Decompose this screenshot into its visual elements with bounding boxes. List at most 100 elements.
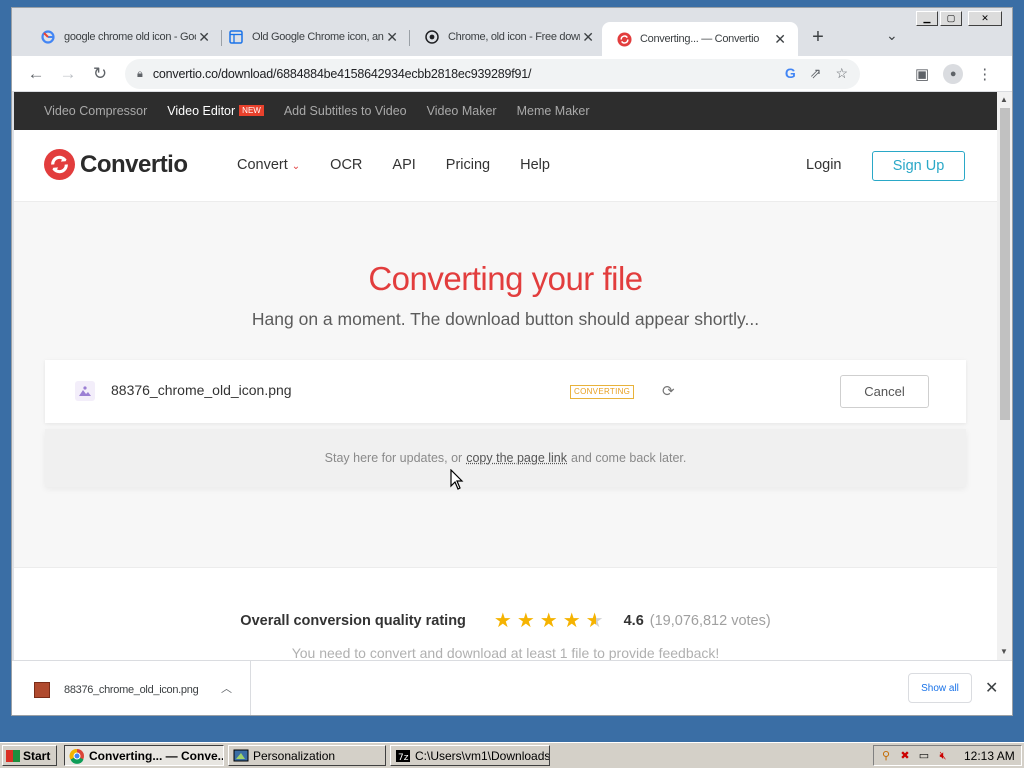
scrollbar-thumb[interactable] <box>1000 108 1010 420</box>
downloads-bar: 88376_chrome_old_icon.png ︿ Show all ✕ <box>12 660 1012 715</box>
taskbar-item-7zip[interactable]: 7z C:\Users\vm1\Downloads... <box>390 745 550 766</box>
tab-search-chevron-icon[interactable]: ⌄ <box>886 27 898 44</box>
search-magnifier-icon[interactable]: ⚲ <box>878 748 894 764</box>
address-bar[interactable]: 🔒︎ convertio.co/download/6884884be415864… <box>125 59 860 89</box>
browser-window: google chrome old icon - Goog ✕ Old Goog… <box>11 7 1013 716</box>
google-g-icon <box>40 29 56 45</box>
close-downloads-icon[interactable]: ✕ <box>985 678 998 698</box>
tab-close-icon[interactable]: ✕ <box>196 29 212 46</box>
star-icon[interactable]: ★ <box>563 608 581 633</box>
scroll-up-arrow-icon[interactable]: ▲ <box>1000 95 1008 104</box>
nav-help[interactable]: Help <box>520 157 550 173</box>
personalization-icon <box>233 748 249 764</box>
convertio-logo[interactable]: Convertio <box>44 149 188 180</box>
show-all-button[interactable]: Show all <box>908 673 972 703</box>
file-name: 88376_chrome_old_icon.png <box>111 382 292 398</box>
tab-title: Chrome, old icon - Free downlo <box>448 31 580 43</box>
topbar-link-video-editor[interactable]: Video Editor NEW <box>167 104 264 118</box>
profile-avatar-icon[interactable]: ● <box>943 64 964 84</box>
sign-up-button[interactable]: Sign Up <box>872 151 965 181</box>
network-error-icon[interactable]: ✖ <box>897 748 913 764</box>
bookmark-star-icon[interactable]: ☆ <box>835 65 848 82</box>
download-file-name: 88376_chrome_old_icon.png <box>64 683 199 696</box>
half-star-icon[interactable]: ★ <box>586 608 604 633</box>
maximize-button[interactable]: ▢ <box>940 11 962 26</box>
nav-pricing[interactable]: Pricing <box>446 157 490 173</box>
tab-old-chrome-icon[interactable]: Old Google Chrome icon, and h ✕ <box>214 22 410 52</box>
clock: 12:13 AM <box>964 748 1015 763</box>
start-label: Start <box>23 748 51 763</box>
monitor-icon[interactable]: ▭ <box>916 748 932 764</box>
tab-title: Old Google Chrome icon, and h <box>252 31 384 43</box>
back-arrow-icon[interactable]: ← <box>24 62 48 86</box>
tab-close-icon[interactable]: ✕ <box>384 29 400 46</box>
image-file-icon <box>75 381 95 401</box>
new-badge: NEW <box>239 105 264 116</box>
site-header: Convertio Convert ⌄ OCR API Pricing Help … <box>14 130 997 202</box>
minimize-button[interactable]: ▁ <box>916 11 938 26</box>
file-card: 88376_chrome_old_icon.png CONVERTING ⟳ C… <box>45 360 966 423</box>
page-title: Converting your file <box>368 260 643 297</box>
tab-close-icon[interactable]: ✕ <box>580 29 596 46</box>
page-subtitle: Hang on a moment. The download button sh… <box>251 309 760 329</box>
tab-google-search[interactable]: google chrome old icon - Goog ✕ <box>26 22 222 52</box>
google-lens-icon[interactable]: G <box>785 65 796 82</box>
status-badge: CONVERTING <box>570 385 635 399</box>
taskbar: Start Converting... — Conve... Personali… <box>0 742 1024 768</box>
taskbar-item-label: Converting... — Conve... <box>89 748 224 763</box>
topbar-link-video-compressor[interactable]: Video Compressor <box>44 104 147 118</box>
nav-convert[interactable]: Convert ⌄ <box>237 157 300 173</box>
star-icon[interactable]: ★ <box>517 608 535 633</box>
tab-title: Converting... — Convertio <box>640 33 760 45</box>
rating-stars[interactable]: ★ ★ ★ ★ ★ <box>494 608 604 633</box>
taskbar-item-personalization[interactable]: Personalization <box>228 745 386 766</box>
topbar-link-meme-maker[interactable]: Meme Maker <box>517 104 590 118</box>
side-panel-icon[interactable]: ▣ <box>915 65 929 83</box>
copy-page-link[interactable]: copy the page link <box>466 451 567 465</box>
download-item[interactable]: 88376_chrome_old_icon.png ︿ <box>12 661 251 715</box>
tab-title: google chrome old icon - Goog <box>64 31 196 43</box>
rating-score: 4.6 <box>623 612 644 629</box>
tab-convertio[interactable]: Converting... — Convertio ✕ <box>602 22 798 56</box>
reload-icon[interactable]: ↻ <box>88 62 112 86</box>
browser-toolbar: ← → ↻ 🔒︎ convertio.co/download/6884884be… <box>12 56 1012 92</box>
lock-icon: 🔒︎ <box>137 67 143 80</box>
share-icon[interactable]: ⇗ <box>810 65 822 82</box>
chevron-up-icon[interactable]: ︿ <box>221 680 232 696</box>
start-button[interactable]: Start <box>2 745 57 766</box>
nav-api[interactable]: API <box>392 157 415 173</box>
taskbar-item-chrome[interactable]: Converting... — Conve... <box>64 745 224 766</box>
menu-kebab-icon[interactable]: ⋮ <box>977 65 992 83</box>
tab-chrome-old-icon-download[interactable]: Chrome, old icon - Free downlo ✕ <box>410 22 606 52</box>
logo-wordmark: Convertio <box>80 150 188 178</box>
page-icon <box>228 29 244 45</box>
tab-close-icon[interactable]: ✕ <box>772 31 788 48</box>
forward-arrow-icon[interactable]: → <box>56 62 80 86</box>
rating-title: Overall conversion quality rating <box>240 612 466 629</box>
rating-row: Overall conversion quality rating ★ ★ ★ … <box>14 608 997 633</box>
main-nav: Convert ⌄ OCR API Pricing Help <box>237 157 550 173</box>
7zip-icon: 7z <box>395 748 411 764</box>
star-icon[interactable]: ★ <box>540 608 558 633</box>
topbar-link-add-subtitles[interactable]: Add Subtitles to Video <box>284 104 407 118</box>
volume-muted-icon[interactable]: 🔇︎ <box>935 748 951 764</box>
close-window-button[interactable]: ✕ <box>968 11 1002 26</box>
refresh-spinner-icon: ⟳ <box>662 383 675 400</box>
star-icon[interactable]: ★ <box>494 608 512 633</box>
nav-ocr[interactable]: OCR <box>330 157 362 173</box>
taskbar-item-label: C:\Users\vm1\Downloads... <box>415 748 550 763</box>
new-tab-button[interactable]: + <box>807 26 829 49</box>
chrome-icon <box>69 748 85 764</box>
scroll-down-arrow-icon[interactable]: ▼ <box>1000 647 1008 656</box>
topbar-link-video-maker[interactable]: Video Maker <box>427 104 497 118</box>
login-link[interactable]: Login <box>806 157 841 173</box>
svg-text:7z: 7z <box>398 753 409 763</box>
updates-notice: Stay here for updates, or copy the page … <box>45 429 966 487</box>
chrome-old-icon <box>424 29 440 45</box>
updates-text-after: and come back later. <box>571 451 687 465</box>
cancel-button[interactable]: Cancel <box>840 375 929 408</box>
taskbar-item-label: Personalization <box>253 748 336 763</box>
url-text: convertio.co/download/6884884be415864293… <box>152 67 532 81</box>
system-tray: ⚲ ✖ ▭ 🔇︎ 12:13 AM <box>873 745 1022 766</box>
page-scrollbar[interactable]: ▲ ▼ <box>997 92 1012 660</box>
